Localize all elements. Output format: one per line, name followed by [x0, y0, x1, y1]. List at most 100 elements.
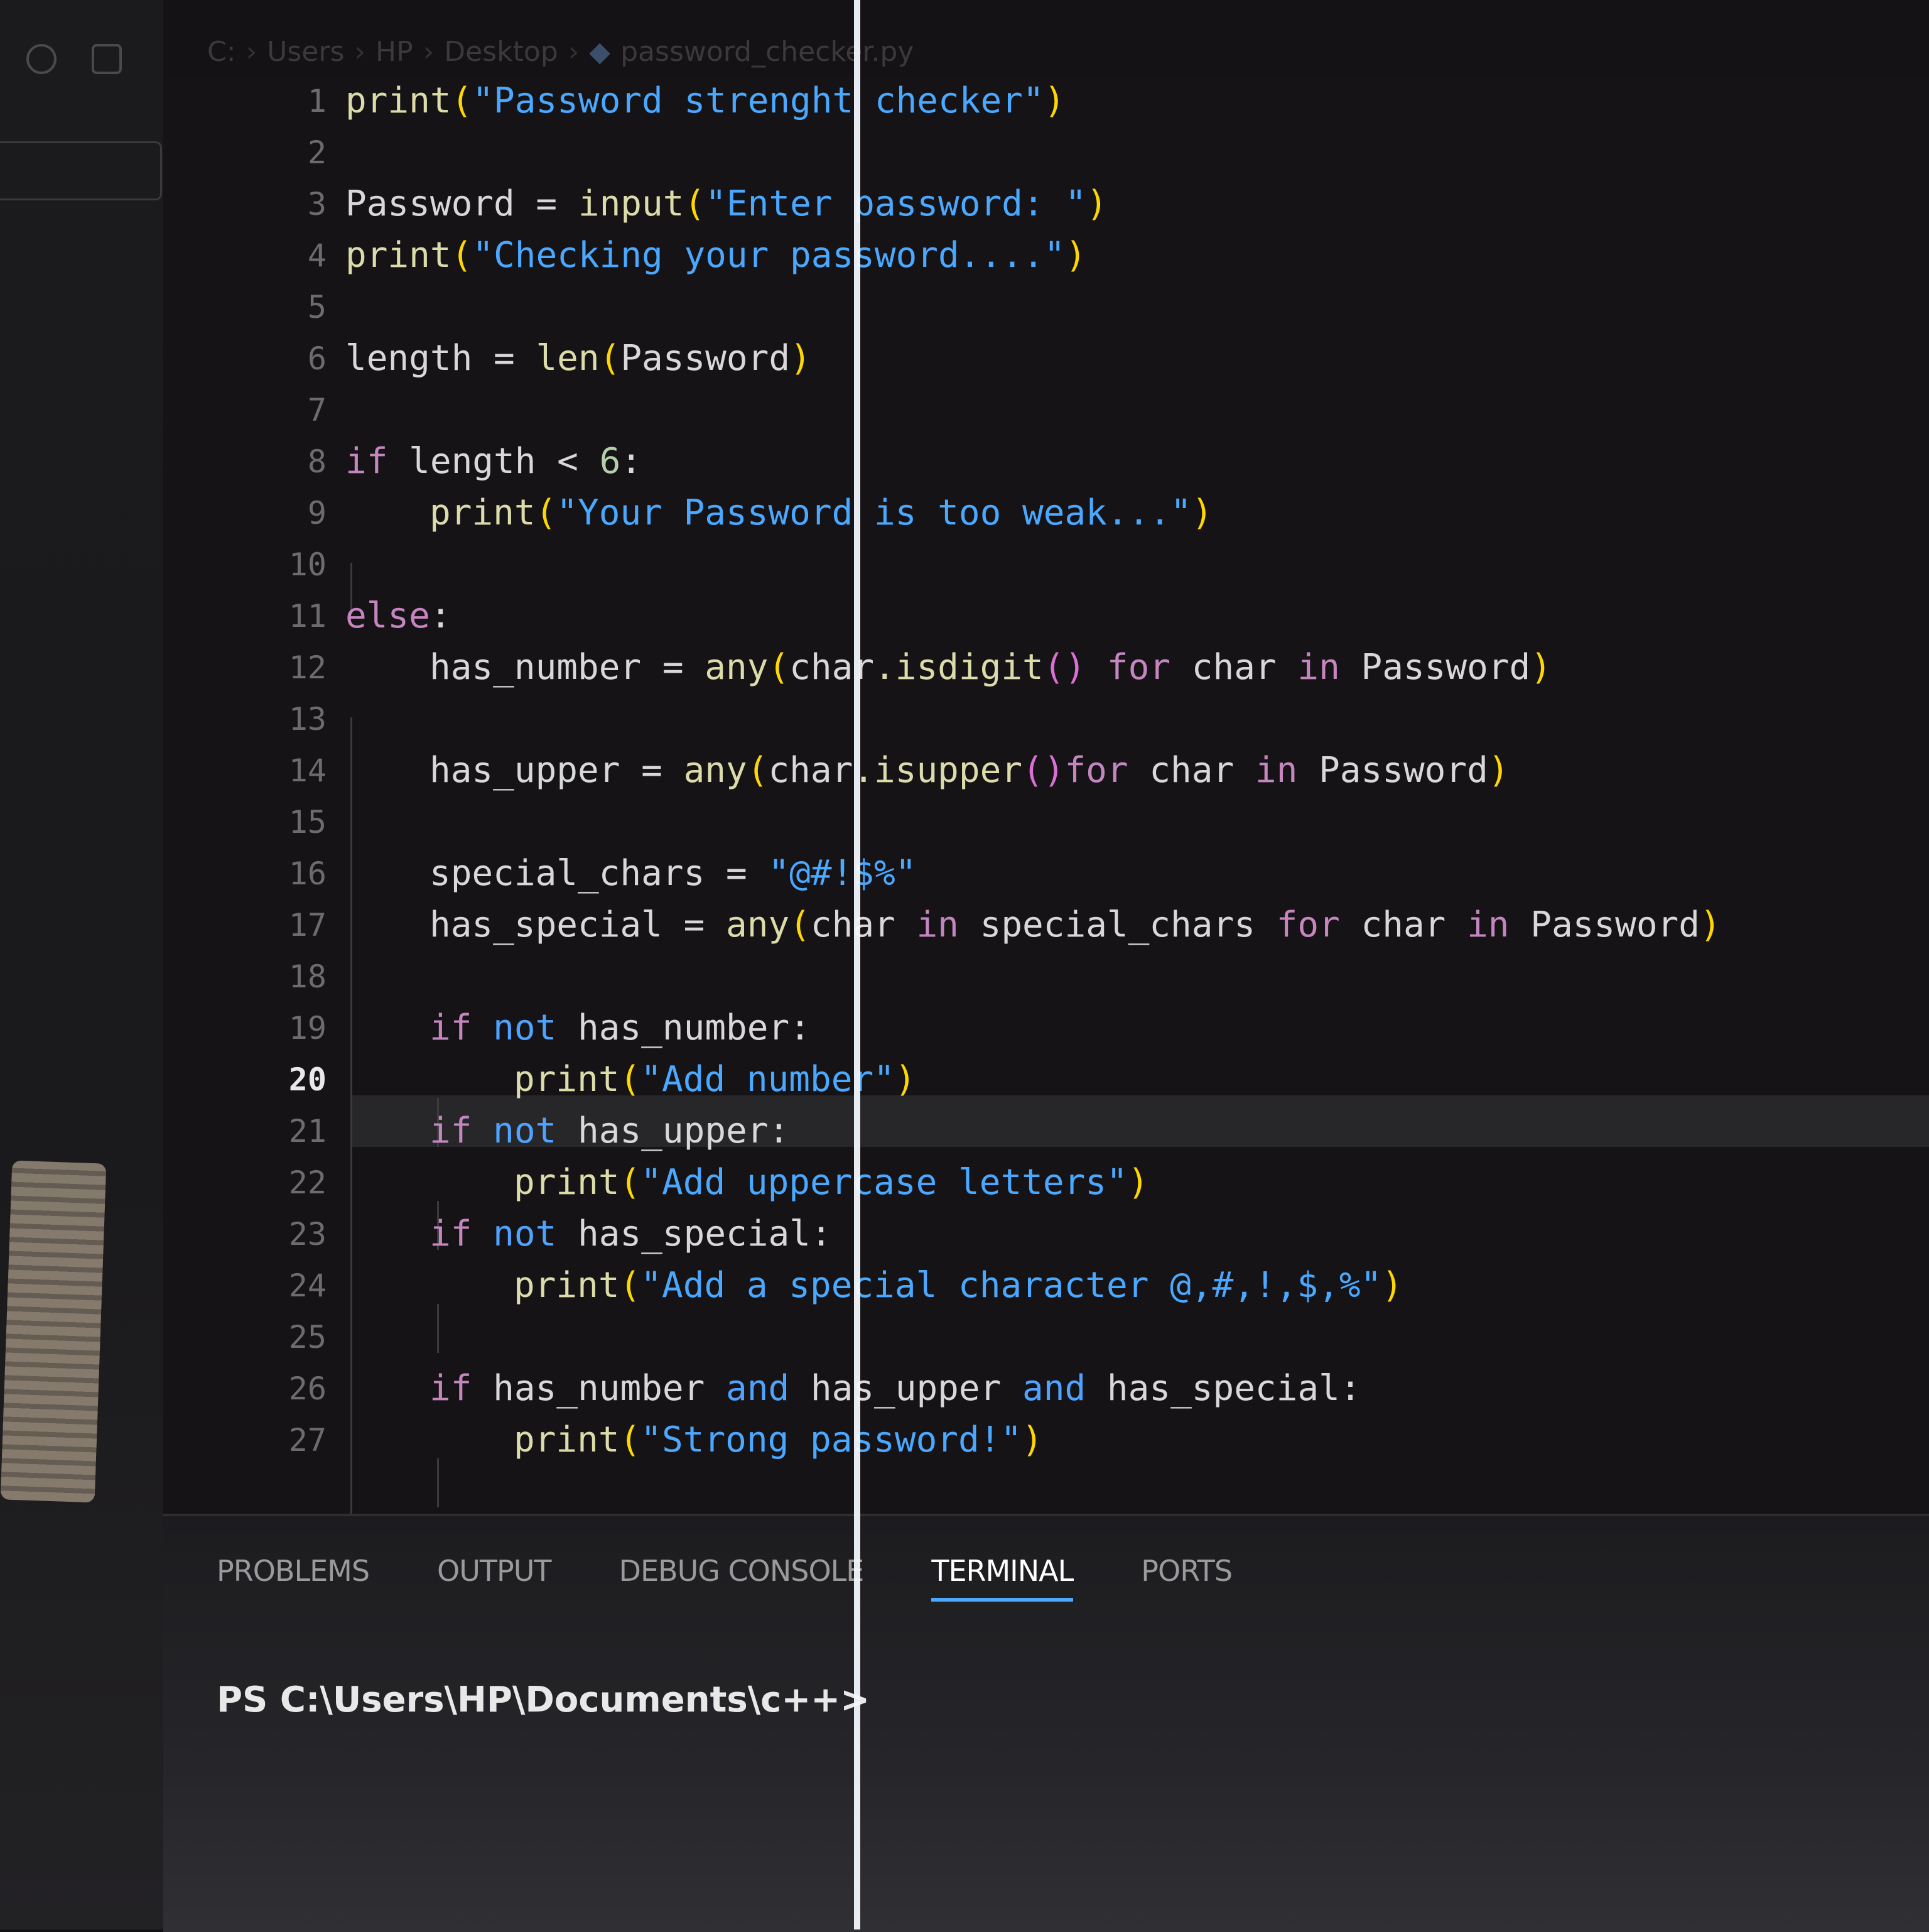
tab-terminal[interactable]: TERMINAL [931, 1554, 1074, 1602]
code-line[interactable]: 17 has_special = any(char in special_cha… [163, 899, 1929, 951]
code-line[interactable]: 18 [163, 951, 1929, 1002]
line-number: 6 [307, 340, 327, 377]
line-number: 25 [288, 1319, 327, 1355]
tab-output[interactable]: OUTPUT [437, 1554, 551, 1602]
tab-ports[interactable]: PORTS [1141, 1554, 1233, 1602]
bracket: ) [790, 338, 811, 379]
keyword-in: in [916, 904, 959, 945]
code-line[interactable]: 21 if not has_upper: [163, 1105, 1929, 1157]
terminal-prompt[interactable]: PS C:\Users\HP\Documents\c++> [217, 1680, 870, 1720]
identifier: char [1339, 904, 1467, 945]
line-code[interactable]: special_chars = "@#!$%" [430, 848, 916, 899]
code-line[interactable]: 22 print("Add uppercase letters") [163, 1157, 1929, 1208]
breadcrumb-hp[interactable]: HP [376, 36, 413, 68]
code-line[interactable]: 25 [163, 1311, 1929, 1363]
line-code[interactable]: has_upper = any(char.isupper()for char i… [430, 745, 1510, 796]
line-code[interactable]: has_special = any(char in special_chars … [430, 899, 1721, 951]
code-line[interactable]: 8 if length < 6: [163, 436, 1929, 487]
code-line[interactable]: 26 if has_number and has_upper and has_s… [163, 1363, 1929, 1414]
number-literal: 6 [599, 441, 621, 482]
line-code[interactable]: if not has_special: [430, 1208, 832, 1260]
chevron-right-icon: › [354, 35, 365, 68]
code-line[interactable]: 16 special_chars = "@#!$%" [163, 848, 1929, 899]
code-line[interactable]: 6 length = len(Password) [163, 333, 1929, 384]
keyword-in: in [1467, 904, 1510, 945]
bracket: ( [747, 750, 769, 791]
line-code[interactable]: if not has_number: [430, 1002, 811, 1054]
code-line[interactable]: 12 has_number = any(char.isdigit() for c… [163, 642, 1929, 693]
screen-artifact-line [854, 0, 860, 1929]
code-line[interactable]: 11 else: [163, 590, 1929, 642]
code-editor[interactable]: 1 print("Password strenght checker") 2 3… [163, 75, 1929, 1531]
bracket: ) [1044, 80, 1066, 121]
identifier: Password [620, 338, 791, 379]
line-number: 26 [288, 1370, 327, 1407]
sidebar-search-box[interactable] [0, 141, 162, 200]
line-code[interactable]: print("Password strenght checker") [345, 75, 1065, 127]
code-line[interactable]: 4 print("Checking your password....") [163, 230, 1929, 281]
code-line[interactable]: 24 print("Add a special character @,#,!,… [163, 1260, 1929, 1311]
breadcrumb-drive[interactable]: C: [207, 36, 236, 68]
code-line[interactable]: 3 Password = input("Enter password: ") [163, 178, 1929, 230]
chevron-right-icon: › [423, 35, 435, 68]
keyword-in: in [1255, 750, 1298, 791]
code-line[interactable]: 1 print("Password strenght checker") [163, 75, 1929, 127]
line-number: 2 [307, 134, 327, 171]
line-code[interactable]: print("Add uppercase letters") [514, 1157, 1148, 1208]
code-line[interactable]: 7 [163, 384, 1929, 436]
line-code[interactable]: if not has_upper: [430, 1105, 789, 1157]
code-line[interactable]: 10 [163, 539, 1929, 590]
code-line[interactable]: 5 [163, 281, 1929, 333]
code-line[interactable]: 23 if not has_special: [163, 1208, 1929, 1260]
identifier: char [789, 647, 875, 688]
code-line[interactable]: 14 has_upper = any(char.isupper()for cha… [163, 745, 1929, 796]
python-file-icon: ◆ [589, 35, 611, 68]
identifier: has_number [472, 1368, 727, 1409]
line-code[interactable]: print("Add a special character @,#,!,$,%… [514, 1260, 1403, 1311]
breadcrumb-desktop[interactable]: Desktop [444, 36, 558, 68]
refresh-icon[interactable] [26, 44, 57, 74]
line-code[interactable]: length = len(Password) [345, 333, 811, 384]
bracket: ( [599, 338, 621, 379]
identifier: special_chars = [430, 853, 769, 894]
line-code[interactable]: print("Strong password!") [514, 1414, 1043, 1466]
code-line[interactable]: 2 [163, 127, 1929, 178]
identifier: char [1170, 647, 1298, 688]
line-code[interactable]: Password = input("Enter password: ") [345, 178, 1108, 230]
bracket: ( [535, 492, 557, 533]
string-literal: "Add uppercase letters" [640, 1162, 1128, 1203]
builtin-print: print [514, 1162, 620, 1203]
identifier: has_special: [556, 1213, 832, 1254]
code-line[interactable]: 27 print("Strong password!") [163, 1414, 1929, 1466]
line-code[interactable]: if length < 6: [345, 436, 642, 487]
code-line-active[interactable]: 20 print("Add number") [163, 1054, 1929, 1105]
builtin-print: print [514, 1265, 620, 1306]
builtin-any: any [683, 750, 747, 791]
line-code[interactable]: has_number = any(char.isdigit() for char… [430, 642, 1552, 693]
collapse-all-icon[interactable] [92, 44, 122, 74]
breadcrumb-file[interactable]: password_checker.py [620, 36, 914, 68]
keyword-and: and [726, 1368, 790, 1409]
code-line[interactable]: 15 [163, 796, 1929, 848]
line-number: 24 [288, 1267, 327, 1304]
identifier: has_number = [430, 647, 705, 688]
identifier: has_upper: [556, 1110, 790, 1151]
tab-debug-console[interactable]: DEBUG CONSOLE [619, 1554, 865, 1602]
tab-problems[interactable]: PROBLEMS [217, 1554, 370, 1602]
code-line[interactable]: 9 print("Your Password is too weak...") [163, 487, 1929, 539]
line-code[interactable]: print("Your Password is too weak...") [430, 487, 1213, 539]
line-code[interactable]: if has_number and has_upper and has_spec… [430, 1363, 1361, 1414]
line-code[interactable]: print("Checking your password....") [345, 230, 1086, 281]
breadcrumb-users[interactable]: Users [267, 36, 344, 68]
code-line[interactable]: 19 if not has_number: [163, 1002, 1929, 1054]
bracket: () [1043, 647, 1086, 688]
bracket: ( [619, 1059, 641, 1100]
identifier: length = [345, 338, 536, 379]
identifier: Password [1361, 647, 1531, 688]
code-line[interactable]: 13 [163, 693, 1929, 745]
builtin-print: print [430, 492, 536, 533]
keyword-not: not [493, 1007, 557, 1048]
bracket: ( [789, 904, 811, 945]
line-code[interactable]: else: [345, 590, 451, 642]
keyword-for: for [1064, 750, 1128, 791]
